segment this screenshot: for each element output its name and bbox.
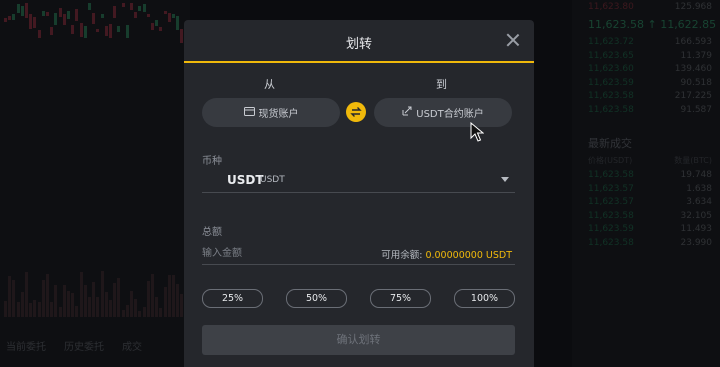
available-balance: 可用余额: 0.00000000 USDT — [381, 247, 512, 261]
transfer-modal: 划转 从 到 现货账户 USDT合约账户 币种 USDT USDT 总额 可用余… — [184, 20, 534, 367]
contract-icon — [402, 106, 412, 119]
coin-name: USDT — [260, 175, 285, 185]
to-account-label: USDT合约账户 — [416, 109, 484, 120]
wallet-icon — [243, 106, 255, 119]
modal-title: 划转 — [345, 37, 372, 52]
from-account-button[interactable]: 现货账户 — [202, 98, 340, 127]
confirm-transfer-button[interactable]: 确认划转 — [202, 325, 515, 355]
percent-50-button[interactable]: 50% — [286, 289, 347, 308]
coin-select[interactable]: USDT USDT — [202, 170, 515, 193]
from-label: 从 — [264, 78, 275, 91]
close-icon[interactable] — [504, 31, 522, 49]
amount-field: 可用余额: 0.00000000 USDT — [202, 242, 515, 265]
amount-input[interactable] — [202, 244, 372, 262]
percent-75-button[interactable]: 75% — [370, 289, 431, 308]
percent-25-button[interactable]: 25% — [202, 289, 263, 308]
percent-100-button[interactable]: 100% — [454, 289, 515, 308]
coin-code: USDT — [227, 173, 264, 187]
mouse-cursor-icon — [470, 122, 484, 142]
to-account-button[interactable]: USDT合约账户 — [374, 98, 512, 127]
amount-label: 总额 — [202, 227, 222, 238]
from-account-label: 现货账户 — [258, 109, 299, 120]
modal-header: 划转 — [184, 20, 534, 63]
available-balance-label: 可用余额: — [381, 250, 423, 261]
coin-label: 币种 — [202, 156, 222, 167]
to-label: 到 — [436, 78, 447, 91]
available-balance-value: 0.00000000 USDT — [425, 250, 512, 261]
caret-down-icon — [501, 177, 509, 182]
swap-arrows-icon[interactable] — [346, 102, 366, 122]
